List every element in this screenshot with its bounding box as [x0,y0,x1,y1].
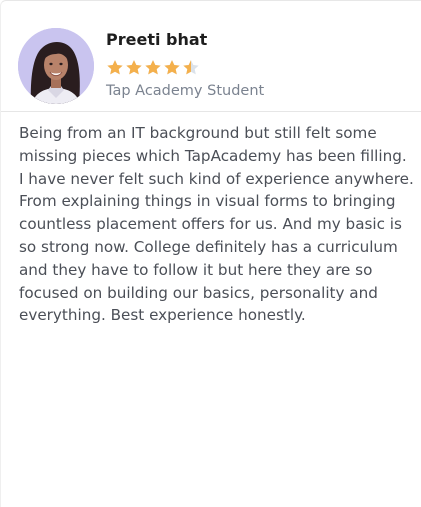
star-full-icon [126,60,142,75]
star-half-icon [183,60,199,75]
reviewer-name: Preeti bhat [106,30,208,49]
reviewer-header: Preeti bhat Tap Academy Student [1,1,421,112]
testimonial-card: Preeti bhat Tap Academy Student Being fr… [0,0,421,507]
star-full-icon [145,60,161,75]
star-full-icon [164,60,180,75]
star-full-icon [107,60,123,75]
avatar [18,28,94,104]
star-rating [106,57,200,79]
student-avatar-icon [18,28,94,104]
review-text: Being from an IT background but still fe… [19,124,414,325]
reviewer-role: Tap Academy Student [106,83,265,99]
